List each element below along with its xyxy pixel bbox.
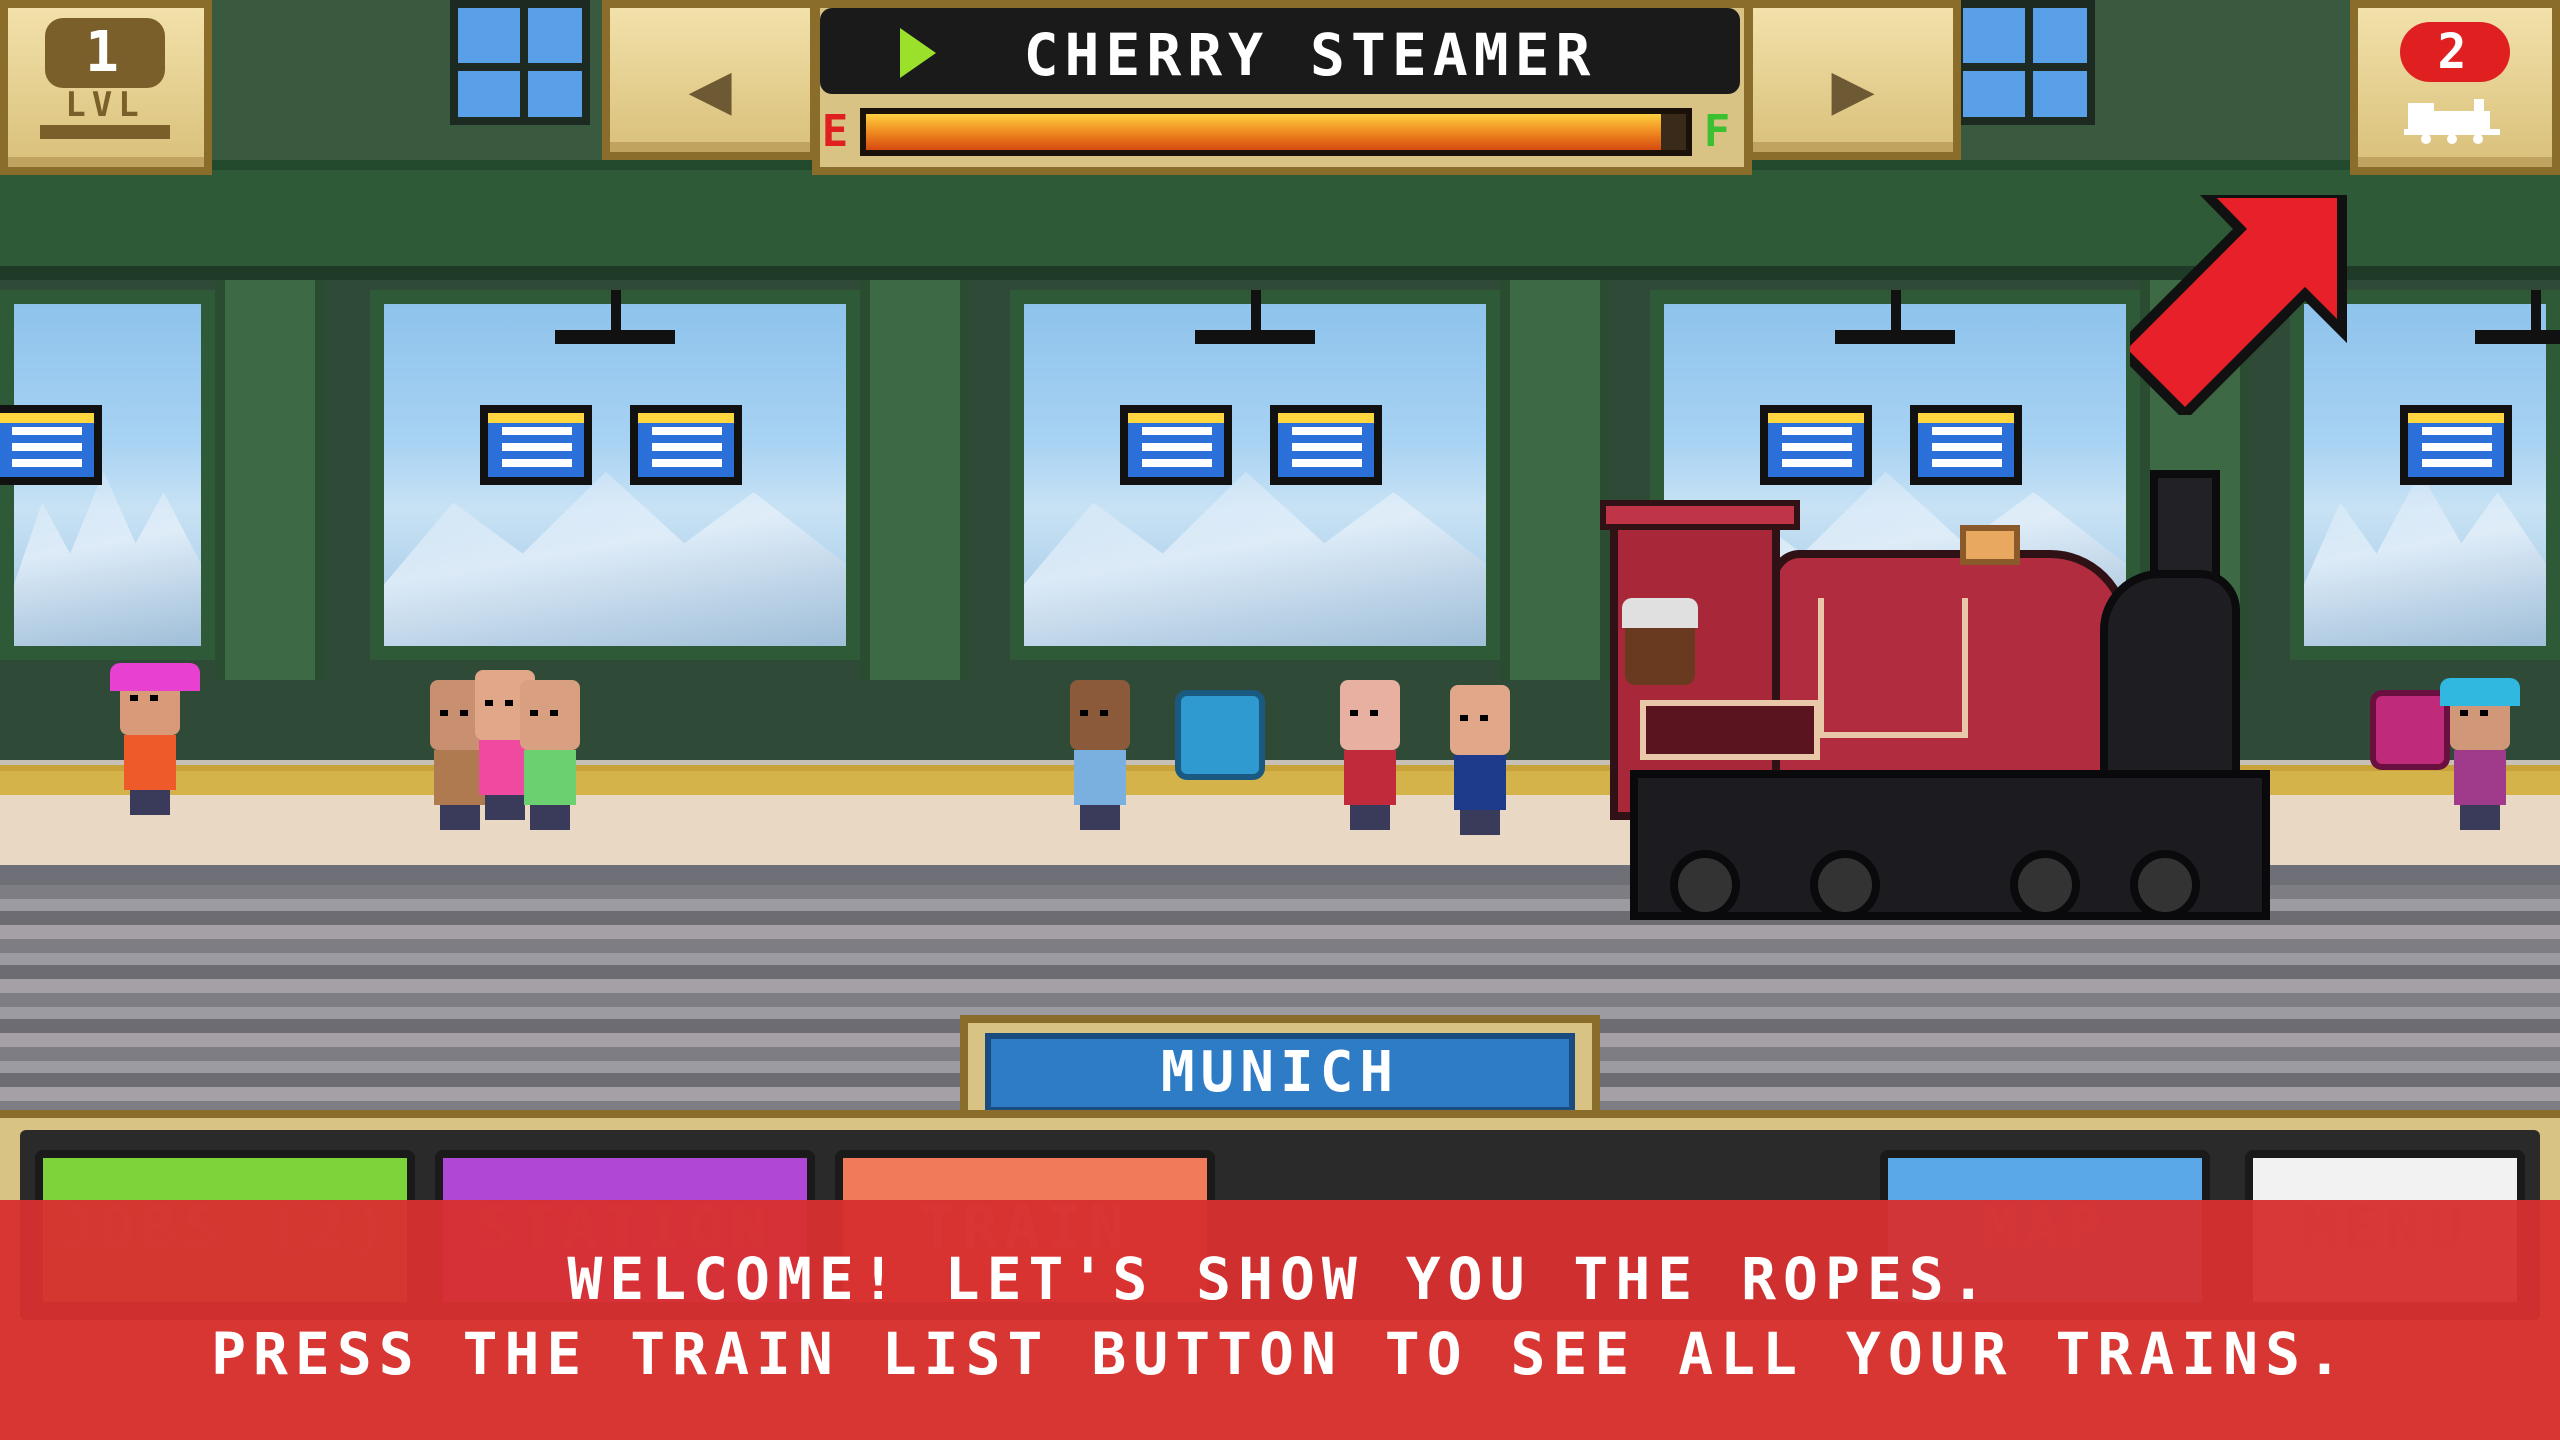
next-train-button[interactable]: ▶ (1745, 0, 1961, 160)
level-value: 1 (45, 18, 165, 88)
driver-hat (1622, 598, 1698, 628)
previous-train-button[interactable]: ◀ (602, 0, 818, 160)
train-name: CHERRY STEAMER (1023, 21, 1597, 89)
locomotive-icon (2400, 95, 2510, 145)
departure-board-icon (630, 405, 742, 485)
fuel-gauge-fill (866, 114, 1661, 150)
passenger[interactable] (510, 680, 590, 830)
luggage-bag-icon[interactable] (1175, 690, 1265, 780)
passenger[interactable] (1060, 680, 1140, 830)
upper-window (450, 0, 590, 125)
departure-sign-group (2400, 290, 2560, 490)
passenger[interactable] (1440, 685, 1520, 835)
tutorial-message-line-2: PRESS THE TRAIN LIST BUTTON TO SEE ALL Y… (211, 1320, 2349, 1388)
steam-dome (1960, 525, 2020, 565)
pillar (860, 280, 970, 680)
passenger[interactable] (1330, 680, 1410, 830)
wheel (1670, 850, 1740, 920)
level-progress-bar (40, 125, 170, 139)
departure-board-icon (0, 405, 102, 485)
wheel (2010, 850, 2080, 920)
level-label: LVL (65, 85, 145, 125)
passenger[interactable] (2440, 678, 2520, 830)
locomotive[interactable] (1600, 470, 2300, 950)
chevron-left-icon: ◀ (688, 46, 732, 130)
fuel-full-label: F (1703, 106, 1737, 157)
cab-nameplate (1640, 700, 1820, 760)
wheel (2130, 850, 2200, 920)
pillar (215, 280, 325, 680)
passenger[interactable] (110, 663, 200, 815)
fuel-empty-label: E (821, 106, 855, 157)
departure-board-icon (1120, 405, 1232, 485)
chevron-right-icon: ▶ (1831, 46, 1875, 130)
pillar (1500, 280, 1610, 680)
upper-window (1955, 0, 2095, 125)
cab-roof (1600, 500, 1800, 530)
tutorial-message-line-1: WELCOME! LET'S SHOW YOU THE ROPES. (567, 1245, 1993, 1313)
train-count-badge: 2 (2400, 22, 2510, 82)
boiler (1770, 550, 2130, 790)
departure-sign-group (1120, 290, 1390, 490)
departure-sign-group (480, 290, 750, 490)
luggage-bag-icon[interactable] (2370, 690, 2450, 770)
departure-board-icon (2400, 405, 2512, 485)
smokebox (2100, 570, 2240, 790)
tutorial-pointer-arrow-icon (2112, 188, 2350, 422)
wheel (1810, 850, 1880, 920)
departure-sign-group (1760, 290, 2030, 490)
station-name: MUNICH (985, 1033, 1575, 1113)
departure-board-icon (1270, 405, 1382, 485)
departure-board-icon (480, 405, 592, 485)
